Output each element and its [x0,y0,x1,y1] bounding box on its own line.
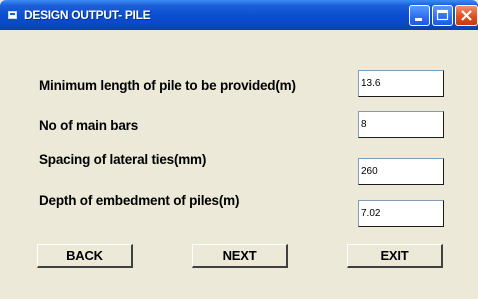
maximize-icon [436,9,449,21]
minimize-icon [415,18,422,21]
close-icon [461,10,472,21]
min-pile-length-label: Minimum length of pile to be provided(m) [39,78,296,93]
title-bar[interactable]: DESIGN OUTPUT- PILE [0,0,478,30]
main-bars-field[interactable] [358,111,444,138]
exit-button[interactable]: EXIT [347,244,443,268]
min-pile-length-field[interactable] [358,70,444,97]
embedment-depth-label: Depth of embedment of piles(m) [39,193,240,208]
next-button[interactable]: NEXT [192,244,288,268]
close-button[interactable] [455,5,478,26]
lateral-ties-spacing-label: Spacing of lateral ties(mm) [39,152,207,167]
window-title: DESIGN OUTPUT- PILE [24,8,151,22]
back-button[interactable]: BACK [37,244,133,268]
lateral-ties-spacing-field[interactable] [358,158,444,185]
embedment-depth-field[interactable] [358,200,444,227]
maximize-button[interactable] [432,5,453,26]
app-icon[interactable] [8,11,17,19]
main-bars-label: No of main bars [39,118,139,133]
design-output-pile-window: DESIGN OUTPUT- PILE Minimum length of pi… [0,0,478,299]
minimize-button[interactable] [409,5,430,26]
